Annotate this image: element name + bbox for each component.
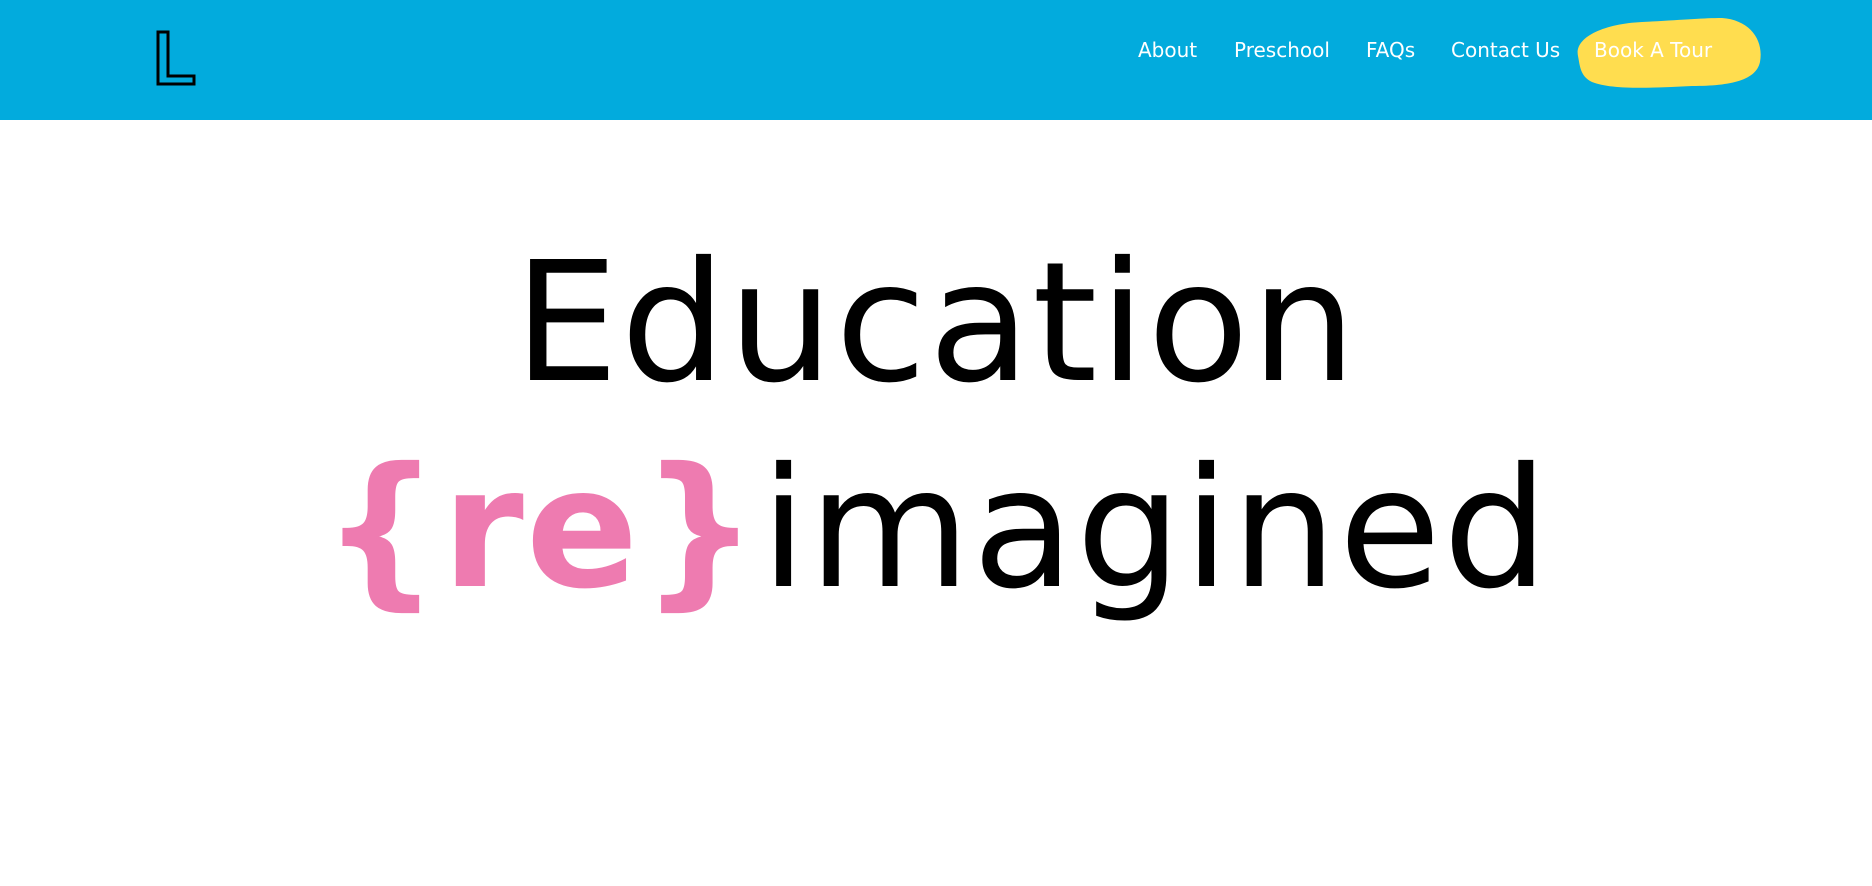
site-header: About Preschool FAQs Contact Us Book A T… bbox=[0, 0, 1872, 120]
hero-title-accent: {re} bbox=[321, 433, 761, 626]
hero-title-line-1: Education bbox=[513, 227, 1359, 420]
nav-faqs-link[interactable]: FAQs bbox=[1366, 38, 1415, 62]
hero-section: Education {re}imagined bbox=[0, 120, 1872, 886]
nav-preschool-link[interactable]: Preschool bbox=[1234, 38, 1330, 62]
nav-contact-us-link[interactable]: Contact Us bbox=[1451, 38, 1560, 62]
nav-about-link[interactable]: About bbox=[1138, 38, 1197, 62]
hero-title-rest: imagined bbox=[760, 433, 1551, 626]
main-nav: About Preschool FAQs Contact Us Book A T… bbox=[0, 0, 1872, 120]
hero-title-line-2: {re}imagined bbox=[0, 430, 1872, 630]
book-a-tour-button[interactable]: Book A Tour bbox=[1594, 38, 1712, 62]
